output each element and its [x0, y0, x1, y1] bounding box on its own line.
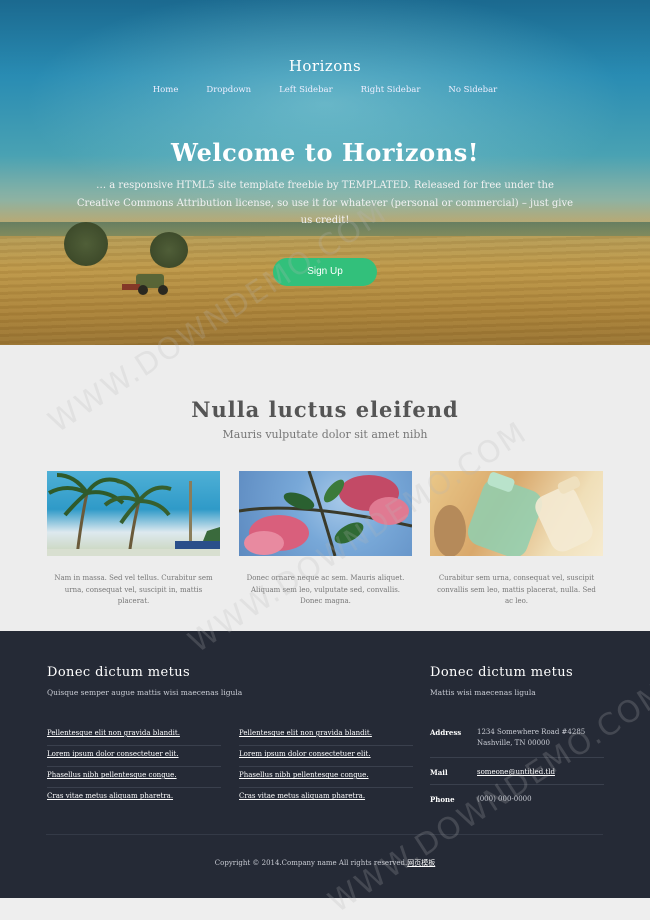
feature-card-3: Curabitur sem urna, consequat vel, susci…	[430, 471, 603, 608]
section-subtitle: Mauris vulputate dolor sit amet nibh	[222, 428, 428, 441]
features-section: Nulla luctus eleifend Mauris vulputate d…	[0, 345, 650, 631]
footer-left-subtitle: Quisque semper augue mattis wisi maecena…	[47, 688, 243, 697]
nav-left-sidebar[interactable]: Left Sidebar	[265, 85, 347, 95]
footer-link[interactable]: Phasellus nibh pellentesque congue.	[239, 767, 413, 788]
feature-card-2-text: Donec ornare neque ac sem. Mauris alique…	[246, 574, 405, 605]
palm-trees-image[interactable]	[47, 471, 220, 556]
footer-link[interactable]: Cras vitae metus aliquam pharetra.	[47, 788, 221, 809]
footer-link[interactable]: Pellentesque elit non gravida blandit.	[239, 725, 413, 746]
contact-info: Address 1234 Somewhere Road #4285 Nashvi…	[430, 724, 604, 811]
address-line-2: Nashville, TN 00000	[477, 739, 550, 747]
address-label: Address	[430, 728, 462, 737]
site-title[interactable]: Horizons	[0, 57, 650, 75]
footer-link[interactable]: Lorem ipsum dolor consectetuer elit.	[47, 746, 221, 767]
phone-value: (000) 000-0000	[477, 795, 532, 803]
address-line-1: 1234 Somewhere Road #4285	[477, 728, 586, 736]
contact-phone-row: Phone (000) 000-0000	[430, 785, 604, 811]
contact-mail-row: Mail someone@untitled.tld	[430, 758, 604, 785]
feature-card-1: Nam in massa. Sed vel tellus. Curabitur …	[47, 471, 220, 608]
nav-dropdown[interactable]: Dropdown	[192, 85, 265, 95]
palm-trees-illustration	[47, 473, 220, 556]
nav-home[interactable]: Home	[139, 85, 193, 95]
pink-flowers-image[interactable]	[239, 471, 412, 556]
nav-right-sidebar[interactable]: Right Sidebar	[347, 85, 435, 95]
jars-illustration	[434, 472, 593, 556]
footer: Donec dictum metus Quisque semper augue …	[0, 631, 650, 898]
footer-link[interactable]: Cras vitae metus aliquam pharetra.	[239, 788, 413, 809]
feature-card-1-text: Nam in massa. Sed vel tellus. Curabitur …	[54, 574, 213, 605]
footer-right-title: Donec dictum metus	[430, 665, 574, 680]
main-nav: Home Dropdown Left Sidebar Right Sidebar…	[0, 85, 650, 95]
footer-link[interactable]: Pellentesque elit non gravida blandit.	[47, 725, 221, 746]
footer-left-title: Donec dictum metus	[47, 665, 191, 680]
footer-link[interactable]: Lorem ipsum dolor consectetuer elit.	[239, 746, 413, 767]
mail-label: Mail	[430, 768, 448, 777]
feature-card-3-text: Curabitur sem urna, consequat vel, susci…	[437, 574, 596, 605]
footer-links-col2: Pellentesque elit non gravida blandit. L…	[239, 725, 413, 809]
email-link[interactable]: someone@untitled.tld	[477, 768, 555, 776]
hero-description: … a responsive HTML5 site template freeb…	[76, 180, 574, 226]
glass-jars-image[interactable]	[430, 471, 603, 556]
template-link[interactable]: 网页模板	[407, 859, 435, 867]
sign-up-button[interactable]: Sign Up	[273, 258, 377, 286]
footer-divider	[46, 834, 603, 835]
hero-content: Horizons Home Dropdown Left Sidebar Righ…	[0, 0, 650, 345]
flowers-illustration	[239, 471, 412, 556]
footer-link[interactable]: Phasellus nibh pellentesque congue.	[47, 767, 221, 788]
copyright: Copyright © 2014.Company name All rights…	[0, 858, 650, 868]
nav-no-sidebar[interactable]: No Sidebar	[434, 85, 511, 95]
hero-title: Welcome to Horizons!	[170, 138, 480, 167]
footer-right-subtitle: Mattis wisi maecenas ligula	[430, 688, 536, 697]
copyright-text: Copyright © 2014.Company name All rights…	[214, 859, 408, 867]
feature-card-2: Donec ornare neque ac sem. Mauris alique…	[239, 471, 412, 608]
hero-banner: Horizons Home Dropdown Left Sidebar Righ…	[0, 0, 650, 345]
contact-address-row: Address 1234 Somewhere Road #4285 Nashvi…	[430, 724, 604, 758]
phone-label: Phone	[430, 795, 455, 804]
section-title: Nulla luctus eleifend	[191, 397, 459, 422]
footer-links-col1: Pellentesque elit non gravida blandit. L…	[47, 725, 221, 809]
